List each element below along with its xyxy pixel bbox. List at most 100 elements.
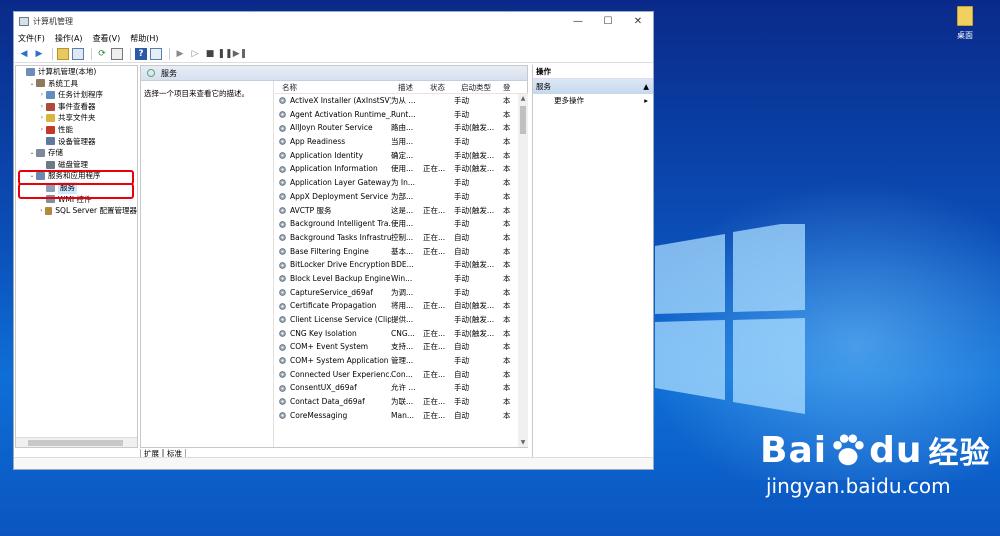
title-bar[interactable]: 计算机管理 — ☐ ✕: [14, 12, 653, 31]
service-row[interactable]: BitLocker Drive Encryption ... BDE... 手动(触…: [275, 258, 528, 272]
pause-icon[interactable]: ❚❚: [217, 48, 232, 60]
service-row[interactable]: Certificate Propagation 将用... 正在... 自动(触发..…: [275, 299, 528, 313]
menu-action[interactable]: 操作(A): [55, 33, 83, 44]
chevron-right-icon[interactable]: ›: [38, 112, 46, 124]
service-name: Block Level Backup Engine ...: [290, 273, 391, 283]
vertical-scrollbar[interactable]: ▲ ▼: [518, 94, 528, 447]
menu-view[interactable]: 查看(V): [93, 33, 121, 44]
service-status: [423, 272, 454, 286]
show-hide-tree-icon[interactable]: [72, 48, 84, 60]
service-row[interactable]: COM+ System Application 管理... 手动 本: [275, 354, 528, 368]
service-row[interactable]: AVCTP 服务 这是... 正在... 手动(触发... 本: [275, 204, 528, 218]
service-row[interactable]: ActiveX Installer (AxInstSV) 为从 ... 手动 本: [275, 94, 528, 108]
service-row[interactable]: Background Intelligent Tra... 使用... 手动 本: [275, 217, 528, 231]
tree-item[interactable]: › 任务计划程序: [16, 89, 137, 101]
expand-arrow-icon[interactable]: ⌄: [28, 147, 36, 159]
play-outline-icon[interactable]: ▷: [189, 48, 201, 60]
service-name: ConsentUX_d69af: [290, 383, 357, 393]
play-icon[interactable]: ▶: [174, 48, 186, 60]
service-row[interactable]: CoreMessaging Man... 正在... 自动 本: [275, 409, 528, 423]
main-area: 计算机管理(本地) ⌄ 系统工具 › 任务计划程序 › 事件查看器 › 共享文件夹 › 性能 设备管理…: [14, 65, 653, 460]
service-description: 提供...: [391, 315, 414, 324]
tree-node-icon: [26, 67, 35, 76]
service-name-cell: Agent Activation Runtime_...: [275, 108, 391, 122]
service-startup-type: 手动(触发...: [454, 315, 495, 324]
tree-item[interactable]: › 性能: [16, 124, 137, 136]
service-row[interactable]: Background Tasks Infrastru... 控制... 正在... 自…: [275, 231, 528, 245]
service-login: 本: [503, 397, 511, 407]
horizontal-scrollbar[interactable]: [16, 437, 137, 447]
scroll-thumb[interactable]: [28, 440, 123, 446]
service-row[interactable]: Base Filtering Engine 基本... 正在... 自动 本: [275, 245, 528, 259]
service-name: Background Intelligent Tra...: [290, 219, 391, 229]
more-actions-item[interactable]: 更多操作 ▸: [533, 94, 653, 108]
col-name[interactable]: 名称: [275, 81, 391, 93]
service-row[interactable]: Agent Activation Runtime_... Runt... 手动 本: [275, 108, 528, 122]
col-description[interactable]: 描述: [391, 81, 423, 93]
actions-group-services[interactable]: 服务 ▲: [533, 79, 653, 94]
tree-item[interactable]: › SQL Server 配置管理器: [16, 205, 137, 217]
help-icon[interactable]: ?: [135, 48, 147, 60]
desktop-folder-shortcut[interactable]: 桌面: [948, 6, 982, 41]
gear-icon: [279, 412, 286, 419]
properties-icon[interactable]: [150, 48, 162, 60]
service-row[interactable]: Application Identity 确定... 手动(触发... 本: [275, 149, 528, 163]
minimize-button[interactable]: —: [563, 16, 593, 27]
scroll-up-icon[interactable]: ▲: [518, 95, 528, 102]
tree-item[interactable]: › 共享文件夹: [16, 112, 137, 124]
service-startup-type: 手动: [454, 96, 469, 105]
service-login: 本: [503, 246, 511, 256]
service-row[interactable]: COM+ Event System 支持... 正在... 自动 本: [275, 340, 528, 354]
tree-item[interactable]: 设备管理器: [16, 136, 137, 148]
tree-node-icon: [46, 102, 55, 111]
chevron-right-icon[interactable]: ›: [38, 205, 45, 217]
restart-icon[interactable]: ▶❚: [233, 48, 247, 60]
tree-item[interactable]: 磁盘管理: [16, 159, 137, 171]
tree-item-label: 共享文件夹: [58, 113, 96, 123]
tree-item[interactable]: › 事件查看器: [16, 101, 137, 113]
chevron-right-icon[interactable]: ›: [38, 89, 46, 101]
tree-item[interactable]: ⌄ 存储: [16, 147, 137, 159]
up-folder-icon[interactable]: [57, 48, 69, 60]
service-row[interactable]: CaptureService_d69af 为调... 手动 本: [275, 286, 528, 300]
service-startup-type: 手动(触发...: [454, 205, 495, 215]
refresh-icon[interactable]: ⟳: [96, 48, 108, 60]
service-row[interactable]: Application Layer Gateway ... 为 In... 手动 本: [275, 176, 528, 190]
gear-icon: [279, 302, 286, 310]
stop-icon[interactable]: ■: [204, 48, 216, 60]
service-row[interactable]: Client License Service (Clip... 提供... 手动(触…: [275, 313, 528, 327]
service-row[interactable]: Block Level Backup Engine ... Win... 手动 本: [275, 272, 528, 286]
close-button[interactable]: ✕: [623, 16, 653, 27]
maximize-button[interactable]: ☐: [593, 16, 623, 27]
col-status[interactable]: 状态: [423, 81, 454, 93]
watermark-logo-right: du: [869, 429, 923, 471]
tree-node-icon: [46, 137, 55, 146]
forward-arrow-icon[interactable]: ▶: [33, 48, 45, 60]
more-actions-label: 更多操作: [554, 96, 584, 105]
expand-arrow-icon[interactable]: ⌄: [28, 78, 36, 90]
col-startup-type[interactable]: 启动类型: [454, 81, 503, 93]
tree-item-label: 任务计划程序: [58, 90, 103, 100]
service-row[interactable]: Application Information 使用... 正在... 手动(触发..…: [275, 162, 528, 176]
service-row[interactable]: AppX Deployment Service ... 为部... 手动 本: [275, 190, 528, 204]
service-row[interactable]: App Readiness 当用... 手动 本: [275, 135, 528, 149]
service-row[interactable]: CNG Key Isolation CNG... 正在... 手动(触发... 本: [275, 327, 528, 341]
tree-item[interactable]: ⌄ 系统工具: [16, 78, 137, 90]
scroll-thumb[interactable]: [520, 106, 526, 134]
chevron-right-icon[interactable]: ›: [38, 124, 46, 136]
service-row[interactable]: Connected User Experienc... Con... 正在... 自动…: [275, 368, 528, 382]
chevron-right-icon[interactable]: ›: [38, 101, 46, 113]
tree-item[interactable]: 计算机管理(本地): [16, 66, 137, 78]
col-login[interactable]: 登: [503, 81, 517, 93]
menu-file[interactable]: 文件(F): [18, 33, 45, 44]
service-row[interactable]: Contact Data_d69af 为联... 正在... 手动 本: [275, 395, 528, 409]
service-row[interactable]: ConsentUX_d69af 允许 ... 手动 本: [275, 381, 528, 395]
scroll-down-icon[interactable]: ▼: [518, 439, 528, 446]
tree-node-icon: [46, 125, 55, 134]
service-row[interactable]: AllJoyn Router Service 路由... 手动(触发... 本: [275, 121, 528, 135]
export-list-icon[interactable]: [111, 48, 123, 60]
service-name-cell: CNG Key Isolation: [275, 327, 391, 341]
menu-help[interactable]: 帮助(H): [130, 33, 158, 44]
collapse-arrow-icon[interactable]: ▲: [643, 79, 649, 94]
back-arrow-icon[interactable]: ◀: [18, 48, 30, 60]
